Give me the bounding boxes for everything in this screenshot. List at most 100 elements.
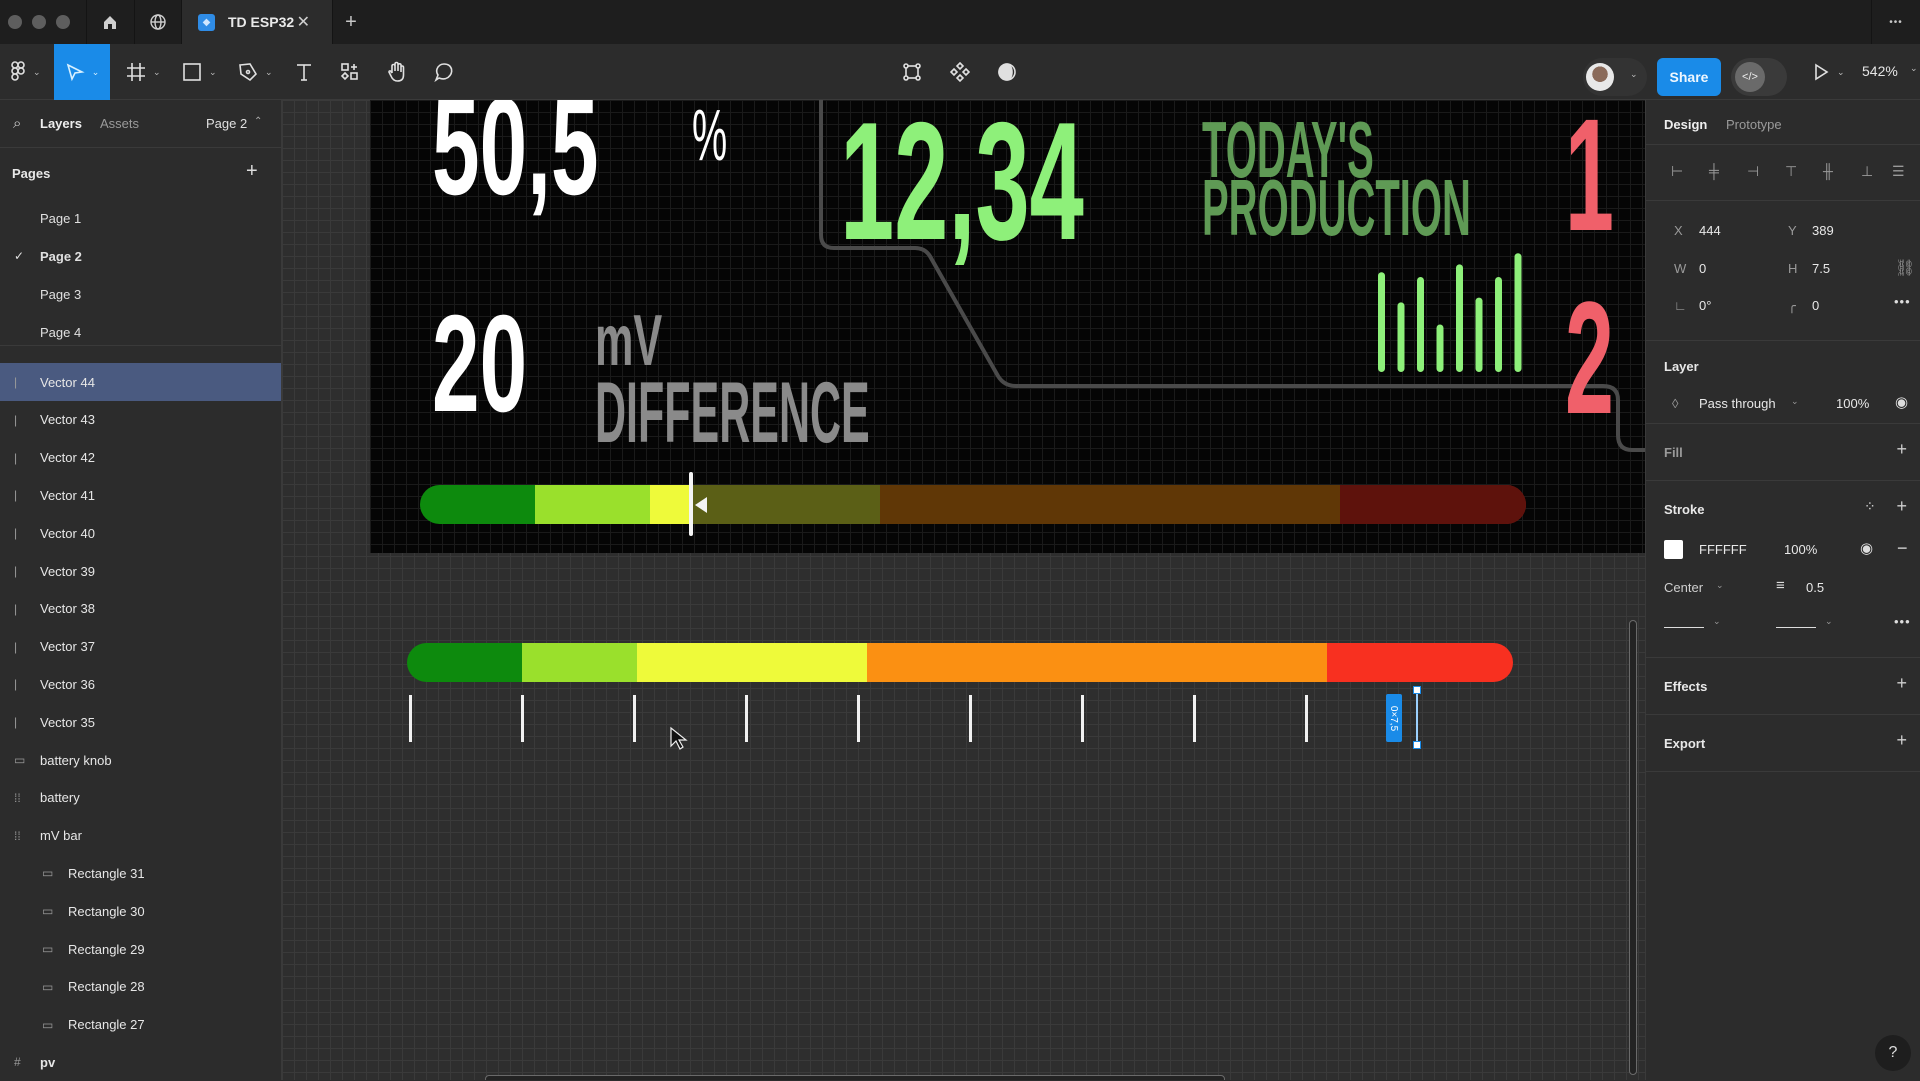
rotation-input[interactable]: 0° <box>1699 298 1711 313</box>
layer-row[interactable]: | Vector 40 <box>0 514 281 552</box>
theme-toggle-button[interactable] <box>997 44 1017 100</box>
add-export-button[interactable]: + <box>1896 730 1907 751</box>
more-options-icon[interactable]: ••• <box>1884 10 1908 34</box>
main-menu-button[interactable]: ⌄ <box>10 44 41 100</box>
tab-layers[interactable]: Layers <box>40 116 82 131</box>
layer-row[interactable]: | Vector 44 <box>0 363 281 401</box>
mv-bar-segment[interactable] <box>407 643 523 682</box>
tab-assets[interactable]: Assets <box>100 116 139 131</box>
comment-tool-button[interactable] <box>433 44 455 100</box>
resize-handle-top[interactable] <box>1413 686 1421 694</box>
layer-row[interactable]: | Vector 36 <box>0 665 281 703</box>
text-tool-button[interactable] <box>294 44 314 100</box>
mv-bar-segment[interactable] <box>867 643 1328 682</box>
add-stroke-button[interactable]: + <box>1896 496 1907 517</box>
h-input[interactable]: 7.5 <box>1812 261 1830 276</box>
more-options-icon[interactable]: ••• <box>1894 614 1911 629</box>
layer-row[interactable]: | Vector 43 <box>0 401 281 439</box>
layer-opacity-input[interactable]: 100% <box>1836 396 1869 411</box>
visibility-eye-icon[interactable]: ◉ <box>1895 393 1908 411</box>
align-vertical-center-icon[interactable]: ╫ <box>1823 163 1839 179</box>
canvas[interactable]: 50,5 % 20 mV DIFFERENCE 12,34 TODAY'S PR… <box>282 100 1645 1080</box>
stroke-end-cap[interactable] <box>1776 627 1816 628</box>
edit-object-button[interactable] <box>902 44 922 100</box>
user-menu[interactable]: ⌄ <box>1583 58 1647 96</box>
align-horizontal-center-icon[interactable]: ╪ <box>1709 163 1725 179</box>
scale-tick[interactable] <box>857 695 860 742</box>
home-icon[interactable] <box>98 10 122 34</box>
resize-handle-bottom[interactable] <box>1413 741 1421 749</box>
layer-row[interactable]: | Vector 38 <box>0 590 281 628</box>
mv-bar-segment[interactable] <box>637 643 868 682</box>
page-item[interactable]: Page 2 <box>40 249 82 264</box>
layer-row[interactable]: # pv <box>0 1043 281 1081</box>
window-close-button[interactable] <box>8 15 22 29</box>
layer-row[interactable]: | Vector 37 <box>0 628 281 666</box>
page-switcher[interactable]: Page 2 <box>206 116 247 131</box>
mv-bar-segment[interactable] <box>522 643 638 682</box>
layer-row[interactable]: ▭ Rectangle 31 <box>0 854 281 892</box>
layer-row[interactable]: ▭ Rectangle 28 <box>0 968 281 1006</box>
page-item[interactable]: Page 1 <box>40 211 81 226</box>
remove-stroke-button[interactable]: − <box>1897 538 1908 559</box>
scale-tick[interactable] <box>409 695 412 742</box>
stroke-weight-input[interactable]: 0.5 <box>1806 580 1824 595</box>
layer-row[interactable]: ▭ Rectangle 29 <box>0 930 281 968</box>
distribute-icon[interactable]: ☰ <box>1892 163 1908 179</box>
move-tool-button[interactable]: ⌄ <box>54 44 110 100</box>
hand-tool-button[interactable] <box>386 44 408 100</box>
mv-bar-segment[interactable] <box>1327 643 1513 682</box>
selected-vector-44[interactable] <box>1416 690 1418 745</box>
y-input[interactable]: 389 <box>1812 223 1834 238</box>
horizontal-scrollbar[interactable] <box>485 1075 1225 1080</box>
constrain-proportions-icon[interactable]: ⛓ <box>1895 258 1915 278</box>
globe-icon[interactable] <box>146 10 170 34</box>
corner-radius-input[interactable]: 0 <box>1812 298 1819 313</box>
scale-tick[interactable] <box>521 695 524 742</box>
scale-tick[interactable] <box>745 695 748 742</box>
add-page-button[interactable]: + <box>246 160 258 183</box>
scale-tick[interactable] <box>1081 695 1084 742</box>
x-input[interactable]: 444 <box>1699 223 1721 238</box>
dev-mode-toggle[interactable]: </> <box>1731 58 1787 96</box>
scale-tick[interactable] <box>1193 695 1196 742</box>
layer-row[interactable]: ⁞⁞ mV bar <box>0 817 281 855</box>
dashboard-frame[interactable]: 50,5 % 20 mV DIFFERENCE 12,34 TODAY'S PR… <box>370 100 1645 553</box>
align-top-icon[interactable]: ⊤ <box>1785 163 1801 179</box>
zoom-level[interactable]: 542% <box>1862 63 1898 79</box>
layer-row[interactable]: | Vector 39 <box>0 552 281 590</box>
pen-tool-button[interactable]: ⌄ <box>238 44 273 100</box>
tab-prototype[interactable]: Prototype <box>1726 117 1782 132</box>
tab-td-esp32[interactable]: ◆ TD ESP32 ✕ <box>182 0 332 44</box>
present-button[interactable]: ⌄ <box>1812 44 1845 100</box>
stroke-color-swatch[interactable] <box>1664 540 1683 559</box>
layer-row[interactable]: | Vector 42 <box>0 439 281 477</box>
window-maximize-button[interactable] <box>56 15 70 29</box>
mv-bar-segment[interactable] <box>420 485 536 524</box>
vertical-scrollbar[interactable] <box>1629 620 1637 1075</box>
layer-row[interactable]: | Vector 35 <box>0 703 281 741</box>
tab-design[interactable]: Design <box>1664 117 1707 132</box>
style-grid-icon[interactable]: ⁘ <box>1864 498 1876 515</box>
scale-tick[interactable] <box>1305 695 1308 742</box>
share-button[interactable]: Share <box>1657 58 1721 96</box>
align-right-icon[interactable]: ⊣ <box>1747 163 1763 179</box>
page-item[interactable]: Page 4 <box>40 325 81 340</box>
close-tab-icon[interactable]: ✕ <box>297 12 310 32</box>
stroke-opacity-input[interactable]: 100% <box>1784 542 1817 557</box>
page-item[interactable]: Page 3 <box>40 287 81 302</box>
layer-row[interactable]: ⁞⁞ battery <box>0 779 281 817</box>
layer-row[interactable]: ▭ Rectangle 30 <box>0 892 281 930</box>
shape-tool-button[interactable]: ⌄ <box>182 44 217 100</box>
more-options-icon[interactable]: ••• <box>1894 294 1911 309</box>
resources-tool-button[interactable] <box>340 44 360 100</box>
stroke-start-cap[interactable] <box>1664 627 1704 628</box>
layer-row[interactable]: ▭ Rectangle 27 <box>0 1006 281 1044</box>
visibility-eye-icon[interactable]: ◉ <box>1860 539 1873 557</box>
mv-bar[interactable] <box>407 643 1513 682</box>
window-minimize-button[interactable] <box>32 15 46 29</box>
layer-row[interactable]: | Vector 41 <box>0 476 281 514</box>
stroke-align-select[interactable]: Center <box>1664 580 1703 595</box>
align-bottom-icon[interactable]: ⊥ <box>1861 163 1877 179</box>
add-fill-button[interactable]: + <box>1896 439 1907 460</box>
